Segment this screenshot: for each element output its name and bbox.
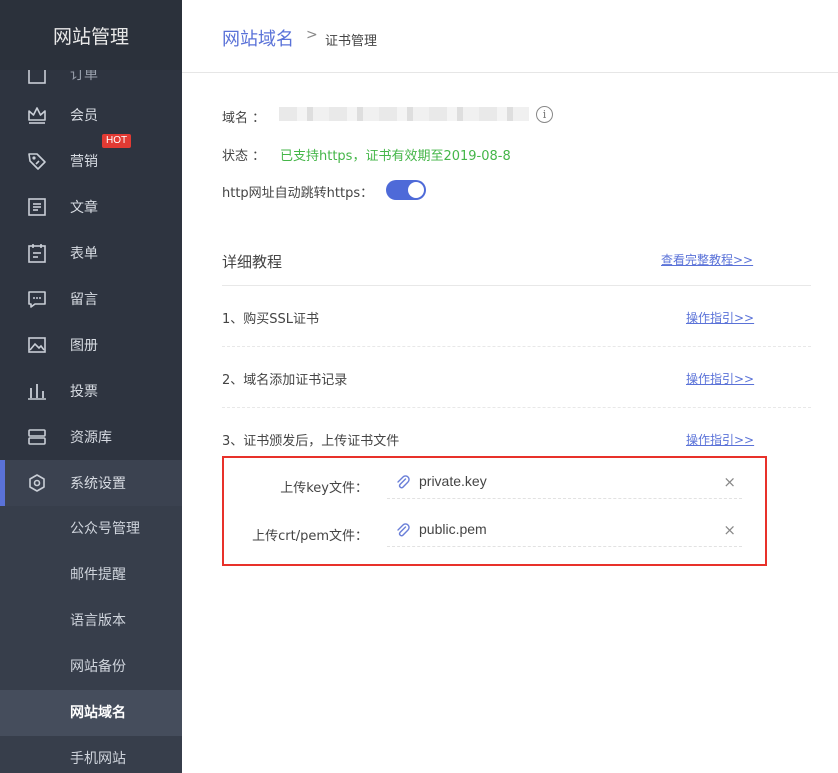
main-content: 域名 ： i 状态 ： 已支持https，证书有效期至2019-08-8 htt… — [182, 73, 838, 773]
crt-upload-label: 上传crt/pem文件： — [252, 529, 368, 544]
storage-icon — [26, 426, 48, 448]
sidebar-item-album[interactable]: 图册 — [0, 322, 182, 368]
paperclip-icon — [395, 475, 411, 491]
image-icon — [26, 334, 48, 356]
sidebar-subitem-domain[interactable]: 网站域名 — [0, 690, 182, 736]
divider — [222, 407, 811, 408]
status-label: 状态 ： — [222, 149, 266, 164]
sidebar-brand: 网站管理 — [0, 0, 182, 70]
remove-key-file-icon[interactable]: × — [723, 473, 736, 491]
sidebar-item-label: 留言 — [70, 292, 98, 308]
full-tutorial-link[interactable]: 查看完整教程>> — [661, 251, 753, 268]
toggle-knob — [408, 182, 424, 198]
sidebar-item-marketing[interactable]: 营销 — [0, 138, 182, 184]
sidebar-item-label: 资源库 — [70, 430, 112, 446]
crt-file-field[interactable]: public.pem × — [387, 517, 742, 547]
status-value: 已支持https，证书有效期至2019-08-8 — [280, 149, 511, 164]
https-redirect-toggle[interactable] — [386, 180, 426, 200]
info-icon[interactable]: i — [536, 106, 553, 123]
step-3-text: 3、证书颁发后，上传证书文件 — [222, 434, 400, 449]
divider — [222, 346, 811, 347]
sidebar-item-vote[interactable]: 投票 — [0, 368, 182, 414]
settings-icon — [26, 472, 48, 494]
key-file-field[interactable]: private.key × — [387, 469, 742, 499]
upload-section: 上传key文件： private.key × 上传crt/pem文件： publ… — [222, 456, 767, 566]
article-icon — [26, 196, 48, 218]
sidebar-item-form[interactable]: 表单 — [0, 230, 182, 276]
redirect-label: http网址自动跳转https： — [222, 186, 374, 201]
sidebar-item-resources[interactable]: 资源库 — [0, 414, 182, 460]
crt-file-name: public.pem — [419, 521, 487, 537]
key-upload-label: 上传key文件： — [280, 481, 368, 496]
step-3-guide-link[interactable]: 操作指引>> — [686, 431, 754, 448]
step-2-guide-link[interactable]: 操作指引>> — [686, 370, 754, 387]
tutorial-title: 详细教程 — [222, 253, 283, 271]
sidebar-subitem-language[interactable]: 语言版本 — [0, 598, 182, 644]
sidebar-item-label: 会员 — [70, 108, 98, 124]
breadcrumb-current: 证书管理 — [325, 34, 378, 49]
message-icon — [26, 288, 48, 310]
sidebar-item-label: 营销 — [70, 154, 98, 170]
sidebar-subitem-email[interactable]: 邮件提醒 — [0, 552, 182, 598]
crown-icon — [26, 104, 48, 126]
bar-chart-icon — [26, 380, 48, 402]
sidebar-item-message[interactable]: 留言 — [0, 276, 182, 322]
sidebar-subitem-mobile[interactable]: 手机网站 — [0, 736, 182, 773]
sidebar-subitem-backup[interactable]: 网站备份 — [0, 644, 182, 690]
step-1-text: 1、购买SSL证书 — [222, 312, 320, 327]
sidebar: 网站管理 订单 会员 营销 HOT 文章 表单 留言 图册 投票 资源库 系统设… — [0, 0, 182, 773]
breadcrumb-domain-link[interactable]: 网站域名 — [222, 25, 294, 51]
remove-crt-file-icon[interactable]: × — [723, 521, 736, 539]
tag-icon — [26, 150, 48, 172]
sidebar-item-article[interactable]: 文章 — [0, 184, 182, 230]
sidebar-item-label: 图册 — [70, 338, 98, 354]
form-icon — [26, 242, 48, 264]
sidebar-item-label: 系统设置 — [70, 476, 126, 492]
sidebar-item-label: 文章 — [70, 200, 98, 216]
domain-value-redacted — [279, 107, 529, 121]
sidebar-subitem-wechat[interactable]: 公众号管理 — [0, 506, 182, 552]
sidebar-item-settings[interactable]: 系统设置 — [0, 460, 182, 506]
page-header: 网站域名 > 证书管理 — [182, 0, 838, 73]
domain-label: 域名 ： — [222, 111, 266, 126]
key-file-name: private.key — [419, 473, 487, 489]
step-2-text: 2、域名添加证书记录 — [222, 373, 348, 388]
breadcrumb-separator: > — [306, 27, 318, 43]
step-1-guide-link[interactable]: 操作指引>> — [686, 309, 754, 326]
paperclip-icon — [395, 523, 411, 539]
hot-badge: HOT — [102, 134, 132, 148]
divider — [222, 285, 811, 286]
sidebar-item-member[interactable]: 会员 — [0, 92, 182, 138]
sidebar-item-label: 表单 — [70, 246, 98, 262]
sidebar-item-label: 投票 — [70, 384, 98, 400]
